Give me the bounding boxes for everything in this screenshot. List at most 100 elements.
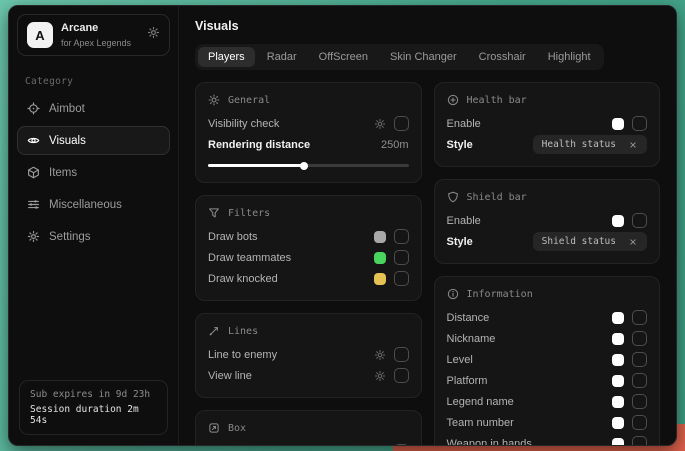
setting-row-level: Level bbox=[447, 349, 648, 370]
color-swatch[interactable] bbox=[612, 438, 624, 446]
checkbox[interactable] bbox=[632, 415, 647, 430]
setting-controls bbox=[612, 213, 647, 228]
checkbox[interactable] bbox=[394, 444, 409, 445]
style-clear-icon[interactable] bbox=[628, 237, 638, 247]
setting-controls bbox=[374, 347, 409, 362]
style-clear-icon[interactable] bbox=[628, 140, 638, 150]
checkbox[interactable] bbox=[394, 250, 409, 265]
setting-row-view-line: View line bbox=[208, 365, 409, 386]
setting-row-draw-teammates: Draw teammates bbox=[208, 247, 409, 268]
sidebar-item-miscellaneous[interactable]: Miscellaneous bbox=[17, 190, 170, 219]
color-swatch[interactable] bbox=[374, 231, 386, 243]
checkbox[interactable] bbox=[632, 310, 647, 325]
color-swatch[interactable] bbox=[612, 396, 624, 408]
checkbox[interactable] bbox=[632, 331, 647, 346]
card-header: Box bbox=[208, 422, 409, 434]
color-swatch[interactable] bbox=[374, 273, 386, 285]
style-select[interactable]: Health status bbox=[533, 135, 647, 154]
setting-controls bbox=[374, 229, 409, 244]
color-swatch[interactable] bbox=[612, 417, 624, 429]
setting-label: Rendering distance bbox=[208, 139, 310, 151]
checkbox[interactable] bbox=[632, 436, 647, 445]
session-duration-text: Session duration 2m 54s bbox=[30, 404, 157, 426]
checkbox[interactable] bbox=[632, 116, 647, 131]
card-general: General Visibility check Rendering distanc… bbox=[195, 82, 422, 183]
setting-label: Draw teammates bbox=[208, 252, 291, 264]
checkbox[interactable] bbox=[394, 347, 409, 362]
tab-radar[interactable]: Radar bbox=[257, 47, 307, 67]
subscription-info-card: Sub expires in 9d 23h Session duration 2… bbox=[19, 380, 168, 435]
color-swatch[interactable] bbox=[374, 252, 386, 264]
row-config-gear-icon[interactable] bbox=[374, 349, 386, 361]
app-name: Arcane bbox=[61, 22, 131, 35]
setting-row-style: Style Shield status bbox=[447, 231, 648, 252]
tab-players[interactable]: Players bbox=[198, 47, 255, 67]
crosshair-icon bbox=[27, 102, 40, 115]
card-title: Filters bbox=[228, 208, 270, 219]
card-title: Box bbox=[228, 423, 246, 434]
setting-controls bbox=[612, 331, 647, 346]
checkbox[interactable] bbox=[394, 271, 409, 286]
sidebar-item-visuals[interactable]: Visuals bbox=[17, 126, 170, 155]
row-config-gear-icon[interactable] bbox=[374, 118, 386, 130]
card-header: Filters bbox=[208, 207, 409, 219]
app-settings-button[interactable] bbox=[147, 26, 160, 44]
color-swatch[interactable] bbox=[612, 354, 624, 366]
gear-icon bbox=[27, 230, 40, 243]
checkbox[interactable] bbox=[632, 373, 647, 388]
color-swatch[interactable] bbox=[612, 312, 624, 324]
info-icon bbox=[447, 288, 459, 300]
eye-icon bbox=[27, 134, 40, 147]
diagonal-line-icon bbox=[208, 325, 220, 337]
setting-label: Distance bbox=[447, 312, 490, 324]
color-swatch[interactable] bbox=[612, 215, 624, 227]
sidebar-item-settings[interactable]: Settings bbox=[17, 222, 170, 251]
box-icon bbox=[208, 422, 220, 434]
setting-controls bbox=[374, 271, 409, 286]
color-swatch[interactable] bbox=[612, 375, 624, 387]
checkbox[interactable] bbox=[394, 229, 409, 244]
slider-thumb[interactable] bbox=[300, 162, 308, 170]
color-swatch[interactable] bbox=[612, 333, 624, 345]
card-filters: FiltersDraw botsDraw teammatesDraw knock… bbox=[195, 195, 422, 301]
tab-highlight[interactable]: Highlight bbox=[538, 47, 601, 67]
color-swatch[interactable] bbox=[612, 118, 624, 130]
card-header: Health bar bbox=[447, 94, 648, 106]
settings-columns: General Visibility check Rendering distanc… bbox=[195, 82, 660, 432]
row-config-gear-icon[interactable] bbox=[374, 370, 386, 382]
setting-row-enable: Enable bbox=[447, 113, 648, 134]
setting-label: Visibility check bbox=[208, 118, 279, 130]
setting-controls bbox=[612, 373, 647, 388]
tab-skin-changer[interactable]: Skin Changer bbox=[380, 47, 467, 67]
setting-row-team-number: Team number bbox=[447, 412, 648, 433]
card-title: General bbox=[228, 95, 270, 106]
setting-controls bbox=[612, 436, 647, 445]
setting-label: Style bbox=[447, 236, 473, 248]
checkbox[interactable] bbox=[632, 352, 647, 367]
setting-controls bbox=[612, 310, 647, 325]
card-header: Information bbox=[447, 288, 648, 300]
setting-controls bbox=[612, 394, 647, 409]
checkbox[interactable] bbox=[394, 116, 409, 131]
card-title: Health bar bbox=[467, 95, 527, 106]
sidebar-item-label: Settings bbox=[49, 231, 91, 243]
tab-crosshair[interactable]: Crosshair bbox=[469, 47, 536, 67]
setting-label: Weapon in hands bbox=[447, 438, 532, 446]
style-select[interactable]: Shield status bbox=[533, 232, 647, 251]
checkbox[interactable] bbox=[394, 368, 409, 383]
checkbox[interactable] bbox=[632, 394, 647, 409]
card-header: Lines bbox=[208, 325, 409, 337]
slider-rendering-distance[interactable] bbox=[208, 164, 409, 167]
card-information: InformationDistanceNicknameLevelPlatform… bbox=[434, 276, 661, 445]
app-window: A Arcane for Apex Legends Category Aimbo… bbox=[8, 5, 677, 446]
sidebar-item-aimbot[interactable]: Aimbot bbox=[17, 94, 170, 123]
page-title: Visuals bbox=[195, 19, 660, 33]
card-lines: Lines Line to enemyView line bbox=[195, 313, 422, 398]
setting-row-line-to-enemy: Line to enemy bbox=[208, 344, 409, 365]
right-column: Health bar Enable Style Health status Shield… bbox=[434, 82, 661, 445]
checkbox[interactable] bbox=[632, 213, 647, 228]
sidebar-item-items[interactable]: Items bbox=[17, 158, 170, 187]
tab-offscreen[interactable]: OffScreen bbox=[309, 47, 378, 67]
setting-controls bbox=[374, 368, 409, 383]
setting-label: Platform bbox=[447, 375, 488, 387]
